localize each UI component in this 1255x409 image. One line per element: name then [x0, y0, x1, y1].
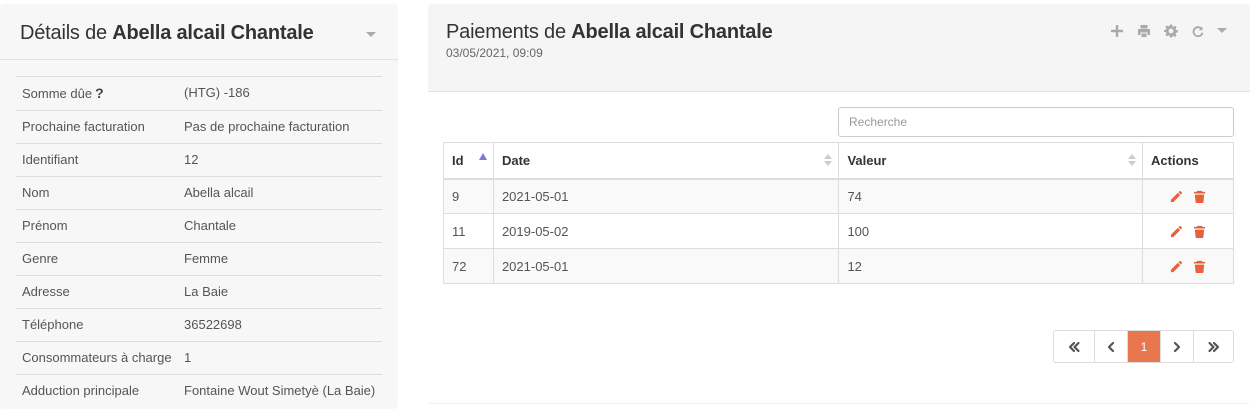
edit-pencil-icon[interactable] — [1170, 259, 1184, 273]
payments-header: Paiements de Abella alcail Chantale 03/0… — [428, 4, 1250, 92]
refresh-icon[interactable] — [1189, 22, 1206, 39]
detail-label: Téléphone — [22, 317, 84, 332]
column-header-date[interactable]: Date — [492, 142, 840, 180]
cell-date: 2021-05-01 — [492, 178, 840, 214]
detail-label: Prochaine facturation — [22, 119, 145, 134]
details-list: Somme dûe? (HTG) -186 Prochaine facturat… — [16, 76, 382, 407]
print-icon[interactable] — [1135, 22, 1152, 39]
table-header-row: Id Date Valeur Actions — [443, 142, 1234, 180]
sort-ascending-icon — [478, 153, 487, 160]
details-title-name: Abella alcail Chantale — [112, 22, 314, 44]
detail-row-somme: Somme dûe? (HTG) -186 — [16, 77, 382, 111]
chevron-right-icon — [1173, 341, 1181, 352]
cell-id: 11 — [443, 213, 494, 249]
detail-row-consommateurs: Consommateurs à charge 1 — [16, 342, 382, 375]
plus-icon[interactable] — [1108, 22, 1125, 39]
sort-icon — [1128, 154, 1137, 168]
table-row: 9 2021-05-01 74 — [443, 178, 1234, 214]
detail-label: Somme dûe — [22, 86, 93, 101]
double-chevron-right-icon — [1207, 341, 1219, 352]
detail-label: Genre — [22, 251, 59, 266]
detail-row-nom: Nom Abella alcail — [16, 177, 382, 210]
edit-pencil-icon[interactable] — [1170, 189, 1184, 203]
detail-label: Adresse — [22, 284, 70, 299]
detail-value: Fontaine Wout Simetyè (La Baie) — [184, 383, 376, 398]
detail-row-identifiant: Identifiant 12 — [16, 144, 382, 177]
details-title-prefix: Détails de — [20, 22, 113, 44]
collapse-caret-icon[interactable] — [366, 32, 376, 37]
delete-trash-icon[interactable] — [1193, 189, 1207, 203]
search-input[interactable] — [838, 107, 1234, 137]
help-icon[interactable]: ? — [95, 85, 104, 101]
first-page-button[interactable] — [1054, 331, 1094, 362]
cell-date: 2019-05-02 — [492, 213, 840, 249]
detail-value: 1 — [184, 350, 192, 365]
chevron-left-icon — [1107, 341, 1115, 352]
cell-actions — [1142, 248, 1234, 284]
delete-trash-icon[interactable] — [1193, 224, 1207, 238]
detail-value: Abella alcail — [184, 185, 254, 200]
page-button-current[interactable]: 1 — [1127, 331, 1160, 362]
cell-id: 9 — [443, 178, 494, 214]
previous-page-button[interactable] — [1094, 331, 1127, 362]
delete-trash-icon[interactable] — [1193, 259, 1207, 273]
detail-value: (HTG) -186 — [184, 85, 250, 100]
double-chevron-left-icon — [1068, 341, 1080, 352]
last-page-button[interactable] — [1193, 331, 1233, 362]
caret-down-icon[interactable] — [1216, 22, 1228, 39]
column-header-actions: Actions — [1142, 142, 1234, 180]
details-header: Détails de Abella alcail Chantale — [0, 4, 398, 60]
payments-title-name: Abella alcail Chantale — [571, 21, 773, 43]
detail-value: Femme — [184, 251, 229, 266]
column-label: Id — [452, 152, 464, 168]
detail-value: 36522698 — [184, 317, 242, 332]
detail-row-genre: Genre Femme — [16, 243, 382, 276]
detail-row-facturation: Prochaine facturation Pas de prochaine f… — [16, 111, 382, 144]
cell-id: 72 — [443, 248, 494, 284]
detail-row-prenom: Prénom Chantale — [16, 210, 382, 243]
detail-label: Nom — [22, 185, 50, 200]
cell-actions — [1142, 213, 1234, 249]
payments-table: Id Date Valeur Actions 9 2021-05-01 74 1… — [443, 142, 1234, 284]
next-page-button[interactable] — [1160, 331, 1193, 362]
cell-valeur: 100 — [838, 213, 1144, 249]
payments-panel: Paiements de Abella alcail Chantale 03/0… — [428, 4, 1250, 404]
cell-valeur: 12 — [838, 248, 1144, 284]
cell-valeur: 74 — [838, 178, 1144, 214]
pagination: 1 — [1053, 330, 1234, 363]
details-title: Détails de Abella alcail Chantale — [20, 22, 314, 45]
sort-icon — [824, 154, 833, 168]
detail-value: La Baie — [184, 284, 229, 299]
column-label: Actions — [1151, 152, 1199, 168]
edit-pencil-icon[interactable] — [1170, 224, 1184, 238]
detail-value: Pas de prochaine facturation — [184, 119, 350, 134]
gear-icon[interactable] — [1162, 22, 1179, 39]
detail-row-adresse: Adresse La Baie — [16, 276, 382, 309]
detail-label: Prénom — [22, 218, 68, 233]
details-panel: Détails de Abella alcail Chantale Somme … — [0, 4, 398, 409]
table-row: 72 2021-05-01 12 — [443, 248, 1234, 284]
detail-label: Consommateurs à charge — [22, 350, 172, 365]
detail-value: Chantale — [184, 218, 237, 233]
detail-value: 12 — [184, 152, 199, 167]
detail-label: Adduction principale — [22, 383, 140, 398]
cell-actions — [1142, 178, 1234, 214]
payments-title: Paiements de Abella alcail Chantale — [446, 21, 773, 44]
payments-timestamp: 03/05/2021, 09:09 — [446, 46, 543, 60]
column-label: Valeur — [847, 152, 887, 168]
cell-date: 2021-05-01 — [492, 248, 840, 284]
detail-label: Identifiant — [22, 152, 79, 167]
detail-row-telephone: Téléphone 36522698 — [16, 309, 382, 342]
column-header-id[interactable]: Id — [443, 142, 494, 180]
panel-toolbar — [1108, 22, 1228, 39]
table-row: 11 2019-05-02 100 — [443, 213, 1234, 249]
column-label: Date — [501, 152, 531, 168]
column-header-valeur[interactable]: Valeur — [838, 142, 1144, 180]
detail-row-adduction: Adduction principale Fontaine Wout Simet… — [16, 375, 382, 407]
payments-title-prefix: Paiements de — [446, 21, 572, 43]
